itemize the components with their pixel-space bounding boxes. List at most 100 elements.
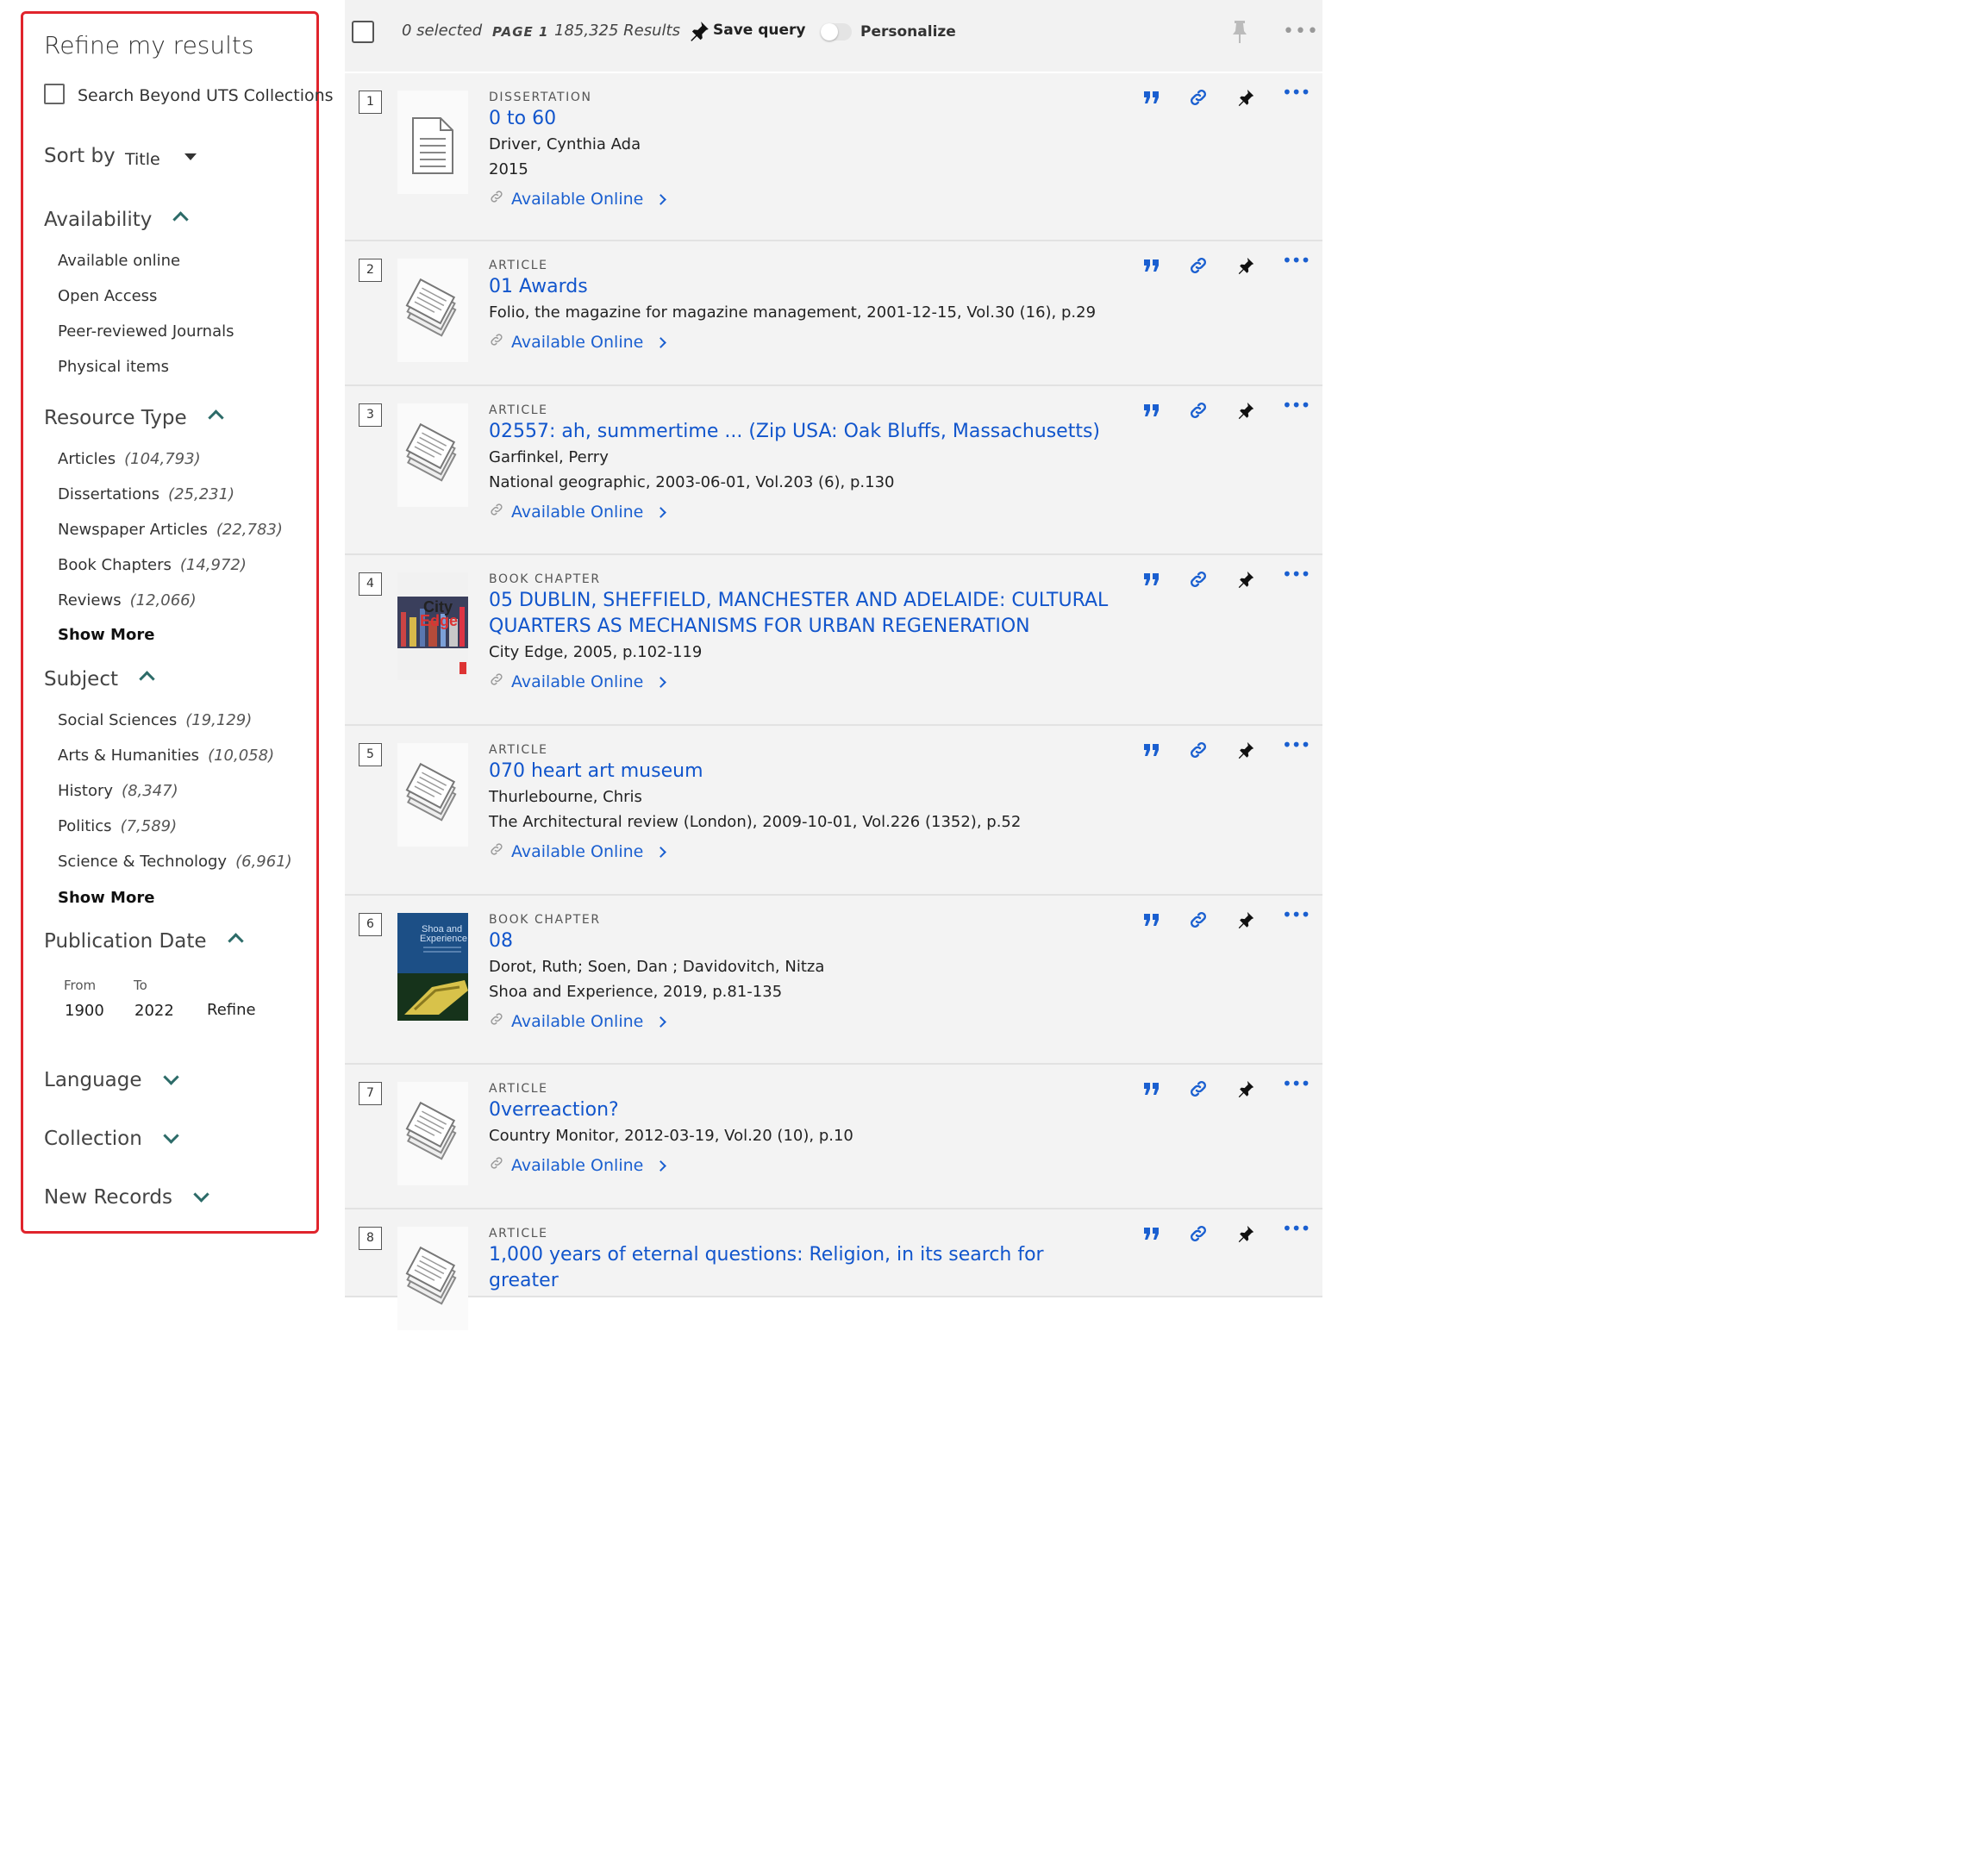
link-icon[interactable] [1188, 87, 1209, 111]
available-online-link[interactable]: Available Online [489, 841, 1110, 862]
chevron-up-icon[interactable] [172, 211, 190, 228]
available-online-link[interactable]: Available Online [489, 502, 1110, 522]
facet-item[interactable]: Dissertations (25,231) [58, 485, 234, 503]
result-row[interactable]: 6 Shoa and Experience Book Chapter 08 Dorot, … [345, 896, 1322, 1065]
quote-icon[interactable] [1143, 572, 1160, 590]
search-beyond-label[interactable]: Search Beyond UTS Collections [78, 86, 334, 105]
link-icon[interactable] [1188, 1223, 1209, 1247]
facet-item[interactable]: Open Access [58, 287, 157, 305]
more-icon[interactable]: ••• [1282, 564, 1310, 584]
result-select-checkbox[interactable]: 7 [359, 1082, 382, 1105]
result-title-link[interactable]: 0 to 60 [489, 106, 1110, 132]
quote-icon[interactable] [1143, 403, 1160, 421]
link-icon[interactable] [1188, 740, 1209, 764]
link-icon[interactable] [1188, 569, 1209, 593]
available-online-link[interactable]: Available Online [489, 1155, 1110, 1176]
result-select-checkbox[interactable]: 6 [359, 913, 382, 936]
search-beyond-checkbox[interactable] [44, 84, 65, 104]
pin-icon[interactable] [1236, 87, 1255, 111]
result-row[interactable]: 7 Article 0verreaction? Country Monitor, 20… [345, 1065, 1322, 1209]
quote-icon[interactable] [1143, 913, 1160, 930]
result-title-link[interactable]: 1,000 years of eternal questions: Religi… [489, 1242, 1110, 1294]
date-to-input[interactable]: 2022 [134, 1002, 174, 1020]
chevron-up-icon[interactable] [208, 409, 224, 426]
quote-icon[interactable] [1143, 259, 1160, 276]
result-title-link[interactable]: 01 Awards [489, 274, 1110, 300]
quote-icon[interactable] [1143, 1227, 1160, 1244]
facet-availability-header[interactable]: Availability [44, 209, 190, 231]
result-thumbnail[interactable] [397, 1082, 468, 1185]
pin-icon[interactable] [1236, 1223, 1255, 1247]
more-icon[interactable]: ••• [1282, 904, 1310, 925]
result-row[interactable]: 1 Dissertation 0 to 60 Driver, Cynthia Ada 2… [345, 73, 1322, 241]
result-title-link[interactable]: 070 heart art museum [489, 759, 1110, 784]
result-thumbnail[interactable] [397, 91, 468, 194]
facet-item[interactable]: History (8,347) [58, 782, 178, 800]
more-icon[interactable]: ••• [1282, 82, 1310, 103]
result-row[interactable]: 2 Article 01 Awards Folio, the magazine for… [345, 241, 1322, 386]
chevron-up-icon[interactable] [139, 671, 155, 687]
facet-item[interactable]: Science & Technology (6,961) [58, 853, 292, 871]
more-icon[interactable]: ••• [1283, 21, 1319, 42]
facet-item[interactable]: Politics (7,589) [58, 817, 177, 835]
result-title-link[interactable]: 08 [489, 928, 1110, 954]
refine-date-button[interactable]: Refine [207, 1001, 256, 1019]
result-title-link[interactable]: 0verreaction? [489, 1097, 1110, 1123]
caret-down-icon[interactable] [184, 153, 197, 160]
facet-item[interactable]: Arts & Humanities (10,058) [58, 747, 274, 765]
result-thumbnail[interactable]: Shoa and Experience [397, 913, 468, 1021]
result-select-checkbox[interactable]: 2 [359, 259, 382, 282]
date-from-input[interactable]: 1900 [65, 1002, 104, 1020]
chevron-down-icon[interactable] [163, 1128, 179, 1144]
pin-icon[interactable] [1236, 909, 1255, 934]
pin-icon[interactable] [1236, 1078, 1255, 1103]
show-more-resource-type[interactable]: Show More [58, 626, 154, 644]
chevron-down-icon[interactable] [193, 1186, 209, 1203]
result-thumbnail[interactable] [397, 1227, 468, 1330]
more-icon[interactable]: ••• [1282, 395, 1310, 416]
facet-item[interactable]: Newspaper Articles (22,783) [58, 521, 283, 539]
more-icon[interactable]: ••• [1282, 250, 1310, 271]
result-select-checkbox[interactable]: 8 [359, 1227, 382, 1250]
available-online-link[interactable]: Available Online [489, 1011, 1110, 1032]
facet-item[interactable]: Available online [58, 252, 180, 270]
personalize-label[interactable]: Personalize [860, 23, 956, 41]
facet-item[interactable]: Peer-reviewed Journals [58, 322, 234, 341]
available-online-link[interactable]: Available Online [489, 672, 1110, 692]
link-icon[interactable] [1188, 400, 1209, 424]
result-select-checkbox[interactable]: 3 [359, 403, 382, 427]
quote-icon[interactable] [1143, 743, 1160, 760]
show-more-subject[interactable]: Show More [58, 889, 154, 907]
result-row[interactable]: 4 City Edge Book Chapter 05 DUBLIN, SHEFFIEL… [345, 555, 1322, 726]
pushpin-icon[interactable] [1231, 19, 1248, 48]
pin-icon[interactable] [688, 19, 710, 47]
result-thumbnail[interactable] [397, 259, 468, 362]
facet-subject-header[interactable]: Subject [44, 668, 155, 691]
facet-item[interactable]: Social Sciences (19,129) [58, 711, 252, 729]
link-icon[interactable] [1188, 255, 1209, 279]
facet-publication-date-header[interactable]: Publication Date [44, 930, 244, 953]
pin-icon[interactable] [1236, 740, 1255, 764]
result-select-checkbox[interactable]: 4 [359, 572, 382, 596]
select-all-checkbox[interactable] [352, 21, 374, 43]
facet-collection-header[interactable]: Collection [44, 1128, 179, 1150]
result-row[interactable]: 3 Article 02557: ah, summertime ... (Zip U… [345, 386, 1322, 555]
facet-item[interactable]: Articles (104,793) [58, 450, 201, 468]
result-thumbnail[interactable]: City Edge [397, 572, 468, 680]
result-select-checkbox[interactable]: 5 [359, 743, 382, 766]
link-icon[interactable] [1188, 909, 1209, 934]
facet-item[interactable]: Book Chapters (14,972) [58, 556, 247, 574]
facet-language-header[interactable]: Language [44, 1069, 179, 1091]
facet-resource-type-header[interactable]: Resource Type [44, 407, 224, 429]
available-online-link[interactable]: Available Online [489, 189, 1110, 209]
result-thumbnail[interactable] [397, 403, 468, 507]
more-icon[interactable]: ••• [1282, 1073, 1310, 1094]
quote-icon[interactable] [1143, 91, 1160, 108]
result-thumbnail[interactable] [397, 743, 468, 847]
quote-icon[interactable] [1143, 1082, 1160, 1099]
available-online-link[interactable]: Available Online [489, 332, 1110, 353]
facet-new-records-header[interactable]: New Records [44, 1186, 209, 1209]
result-row[interactable]: 5 Article 070 heart art museum Thurlebourne… [345, 726, 1322, 896]
pin-icon[interactable] [1236, 400, 1255, 424]
result-title-link[interactable]: 05 DUBLIN, SHEFFIELD, MANCHESTER AND ADE… [489, 588, 1110, 640]
